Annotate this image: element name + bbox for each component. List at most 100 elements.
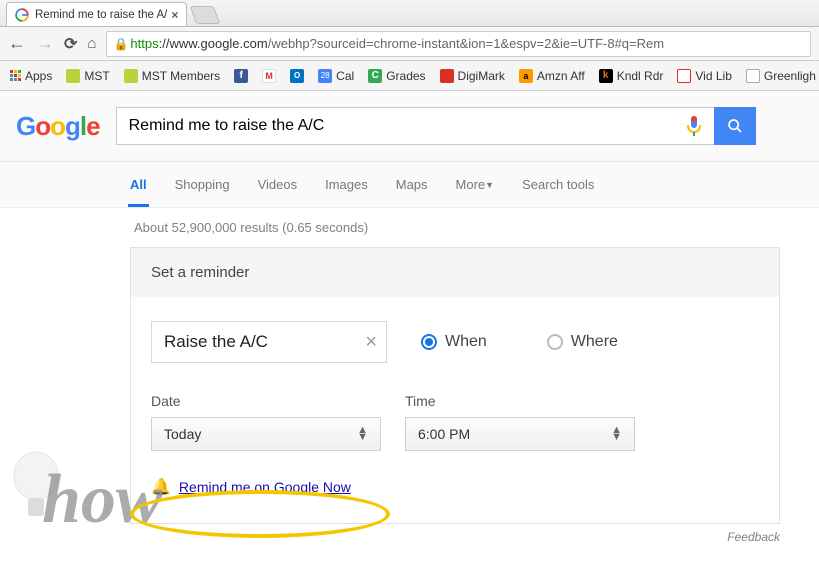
feedback-link[interactable]: Feedback [0, 524, 780, 544]
kindle-icon: k [599, 69, 613, 83]
apps-label: Apps [25, 69, 52, 83]
tab-maps[interactable]: Maps [396, 162, 428, 207]
result-stats: About 52,900,000 results (0.65 seconds) [0, 208, 819, 247]
outlook-icon: O [290, 69, 304, 83]
tab-title: Remind me to raise the A/ [35, 9, 167, 21]
bookmark-label: DigiMark [458, 69, 505, 83]
favicon [440, 69, 454, 83]
search-input[interactable] [129, 117, 686, 135]
search-box [116, 107, 714, 145]
radio-icon [547, 334, 563, 350]
google-header: Google [0, 91, 819, 162]
browser-tab-bar: Remind me to raise the A/ × [0, 0, 819, 27]
bookmark-label: MST Members [142, 69, 220, 83]
bookmark-item[interactable]: M [262, 69, 276, 83]
card-title: Set a reminder [131, 248, 779, 297]
bookmark-item[interactable]: DigiMark [440, 69, 505, 83]
bookmark-item[interactable]: a Amzn Aff [519, 69, 585, 83]
tab-videos[interactable]: Videos [258, 162, 298, 207]
search-wrap [116, 107, 756, 161]
bookmark-item[interactable]: k Kndl Rdr [599, 69, 664, 83]
fb-icon: f [234, 69, 248, 83]
select-caret-icon: ▲▼ [611, 427, 622, 441]
browser-tab[interactable]: Remind me to raise the A/ × [6, 2, 187, 26]
select-caret-icon: ▲▼ [357, 427, 368, 441]
bookmark-item[interactable]: MST Members [124, 69, 220, 83]
bookmark-item[interactable]: MST [66, 69, 109, 83]
bookmark-item[interactable]: C Grades [368, 69, 425, 83]
mic-icon[interactable] [686, 115, 702, 137]
bookmark-label: Greenligh [764, 69, 816, 83]
watermark-bulb-icon [8, 450, 64, 530]
amzn-icon: a [519, 69, 533, 83]
date-label: Date [151, 393, 381, 409]
search-button[interactable] [714, 107, 756, 145]
favicon [124, 69, 138, 83]
tab-search-tools[interactable]: Search tools [522, 162, 594, 207]
bookmark-label: Cal [336, 69, 354, 83]
reminder-input-wrap: × [151, 321, 387, 363]
time-col: Time 6:00 PM ▲▼ [405, 393, 635, 451]
tab-shopping[interactable]: Shopping [175, 162, 230, 207]
google-logo[interactable]: Google [16, 111, 100, 158]
home-button[interactable]: ⌂ [87, 35, 96, 52]
bookmark-item[interactable]: O [290, 69, 304, 83]
grades-icon: C [368, 69, 382, 83]
bell-icon: 🔔 [151, 477, 171, 497]
bookmark-item[interactable]: Greenligh [746, 69, 816, 83]
bookmark-label: Kndl Rdr [617, 69, 664, 83]
bookmark-item[interactable]: f [234, 69, 248, 83]
remind-link-row: 🔔 Remind me on Google Now [151, 451, 759, 507]
time-value: 6:00 PM [418, 426, 470, 442]
doc-icon [746, 69, 760, 83]
new-tab-button[interactable] [190, 6, 221, 24]
tab-all[interactable]: All [130, 162, 147, 207]
url-bar[interactable]: 🔒 https://www.google.com/webhp?sourceid=… [106, 31, 811, 57]
bookmarks-bar: Apps MST MST Members f M O 28 Cal C Grades… [0, 61, 819, 91]
url-path: /webhp?sourceid=chrome-instant&ion=1&esp… [268, 36, 664, 51]
vidlib-icon [677, 69, 691, 83]
back-button[interactable]: ← [8, 33, 26, 54]
gmail-icon: M [262, 69, 276, 83]
reminder-card: Set a reminder × When Where Date Today ▲… [130, 247, 780, 524]
where-label: Where [571, 333, 618, 351]
tab-more-label: More [456, 177, 486, 192]
card-body: × When Where Date Today ▲▼ Time 6:00 PM … [131, 297, 779, 523]
reload-button[interactable]: ⟳ [64, 34, 77, 54]
apps-icon [10, 70, 21, 81]
radio-icon-selected [421, 334, 437, 350]
radio-group: When Where [421, 333, 618, 351]
time-label: Time [405, 393, 635, 409]
bookmark-label: MST [84, 69, 109, 83]
clear-icon[interactable]: × [365, 331, 377, 354]
url-scheme: https [130, 36, 158, 51]
when-label: When [445, 333, 487, 351]
tab-images[interactable]: Images [325, 162, 368, 207]
close-icon[interactable]: × [171, 8, 178, 22]
date-select[interactable]: Today ▲▼ [151, 417, 381, 451]
bookmark-item[interactable]: 28 Cal [318, 69, 354, 83]
bookmark-label: Grades [386, 69, 425, 83]
radio-where[interactable]: Where [547, 333, 618, 351]
google-favicon [15, 8, 29, 22]
datetime-row: Date Today ▲▼ Time 6:00 PM ▲▼ [151, 393, 759, 451]
remind-link[interactable]: Remind me on Google Now [179, 479, 351, 495]
date-value: Today [164, 426, 201, 442]
reminder-text-input[interactable] [151, 321, 387, 363]
reminder-row: × When Where [151, 321, 759, 363]
url-host: ://www.google.com [159, 36, 268, 51]
browser-toolbar: ← → ⟳ ⌂ 🔒 https://www.google.com/webhp?s… [0, 27, 819, 61]
cal-icon: 28 [318, 69, 332, 83]
forward-button[interactable]: → [36, 33, 54, 54]
search-icon [727, 118, 743, 134]
apps-button[interactable]: Apps [10, 69, 52, 83]
tab-more[interactable]: More ▼ [456, 162, 495, 207]
bookmark-label: Amzn Aff [537, 69, 585, 83]
time-select[interactable]: 6:00 PM ▲▼ [405, 417, 635, 451]
radio-when[interactable]: When [421, 333, 487, 351]
bookmark-label: Vid Lib [695, 69, 731, 83]
lock-icon: 🔒 [113, 37, 128, 51]
chevron-down-icon: ▼ [485, 180, 494, 190]
bookmark-item[interactable]: Vid Lib [677, 69, 731, 83]
search-tabs: All Shopping Videos Images Maps More ▼ S… [0, 162, 819, 208]
